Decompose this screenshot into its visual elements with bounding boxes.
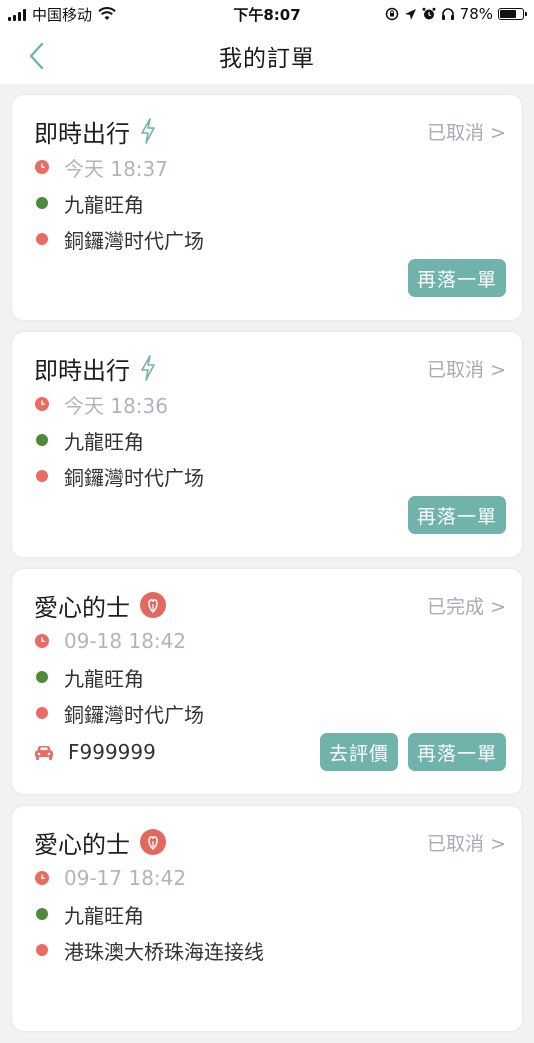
order-time: 09-18 18:42 xyxy=(64,629,187,653)
status-bar: 中国移动 下午8:07 78% xyxy=(0,0,534,28)
battery-icon xyxy=(498,8,527,20)
clock-icon xyxy=(35,634,49,648)
car-plate-number: F999999 xyxy=(68,740,156,764)
nav-bar: 我的訂單 xyxy=(0,28,534,84)
reorder-button[interactable]: 再落一單 xyxy=(407,259,506,297)
reorder-button[interactable]: 再落一單 xyxy=(407,733,506,771)
order-from-row: 九龍旺角 xyxy=(34,659,506,695)
order-time-row: 今天 18:37 xyxy=(34,149,506,185)
alarm-icon xyxy=(422,7,436,20)
headphones-icon xyxy=(441,8,454,20)
pickup-location: 九龍旺角 xyxy=(64,666,144,691)
order-card[interactable]: 即時出行 已取消 > 今天 18:37 九龍旺角 銅鑼灣时代广场 再落一單 xyxy=(12,95,522,320)
clock-icon xyxy=(35,397,49,411)
order-time: 今天 18:36 xyxy=(64,393,168,418)
pickup-location: 九龍旺角 xyxy=(64,903,144,928)
start-point-dot xyxy=(36,197,48,209)
order-time-row: 09-17 18:42 xyxy=(34,860,506,896)
order-type-label: 愛心的士 xyxy=(34,830,130,859)
order-status-link[interactable]: 已取消 > xyxy=(427,118,506,145)
end-point-dot xyxy=(36,470,48,482)
dropoff-location: 港珠澳大桥珠海连接线 xyxy=(64,939,264,964)
end-point-dot xyxy=(36,233,48,245)
rate-button[interactable]: 去評價 xyxy=(319,733,398,771)
order-status-link[interactable]: 已取消 > xyxy=(427,355,506,382)
car-icon xyxy=(35,746,53,760)
pickup-location: 九龍旺角 xyxy=(64,192,144,217)
order-status-link[interactable]: 已完成 > xyxy=(427,592,506,619)
cellular-signal-icon xyxy=(8,8,26,21)
carrier-label: 中国移动 xyxy=(32,5,93,24)
order-from-row: 九龍旺角 xyxy=(34,896,506,932)
pickup-location: 九龍旺角 xyxy=(64,429,144,454)
lightning-icon xyxy=(140,355,156,381)
page-title: 我的訂單 xyxy=(219,46,315,72)
order-to-row: 銅鑼灣时代广场 xyxy=(34,458,506,494)
end-point-dot xyxy=(36,944,48,956)
lightning-icon xyxy=(140,118,156,144)
chevron-left-icon xyxy=(29,42,44,70)
dropoff-location: 銅鑼灣时代广场 xyxy=(64,228,204,253)
order-time-row: 09-18 18:42 xyxy=(34,623,506,659)
wifi-icon xyxy=(98,7,116,20)
order-to-row: 港珠澳大桥珠海连接线 xyxy=(34,932,506,968)
order-to-row: 銅鑼灣时代广场 xyxy=(34,221,506,257)
order-type-label: 即時出行 xyxy=(34,119,130,148)
dropoff-location: 銅鑼灣时代广场 xyxy=(64,465,204,490)
order-to-row: 銅鑼灣时代广场 xyxy=(34,695,506,731)
love-taxi-icon xyxy=(140,829,166,855)
reorder-button[interactable]: 再落一單 xyxy=(407,496,506,534)
start-point-dot xyxy=(36,434,48,446)
battery-percentage: 78% xyxy=(459,5,493,23)
order-time: 今天 18:37 xyxy=(64,156,168,181)
start-point-dot xyxy=(36,671,48,683)
clock-icon xyxy=(35,871,49,885)
order-type-label: 愛心的士 xyxy=(34,593,130,622)
order-card[interactable]: 愛心的士 已完成 > 09-18 18:42 九龍旺角 銅鑼灣时代广场 F999… xyxy=(12,569,522,794)
order-time-row: 今天 18:36 xyxy=(34,386,506,422)
start-point-dot xyxy=(36,908,48,920)
order-list: 即時出行 已取消 > 今天 18:37 九龍旺角 銅鑼灣时代广场 再落一單 即時… xyxy=(12,95,522,1043)
dropoff-location: 銅鑼灣时代广场 xyxy=(64,702,204,727)
end-point-dot xyxy=(36,707,48,719)
order-time: 09-17 18:42 xyxy=(64,866,187,890)
order-type-label: 即時出行 xyxy=(34,356,130,385)
order-status-link[interactable]: 已取消 > xyxy=(427,829,506,856)
back-button[interactable] xyxy=(18,38,54,74)
car-plate-row: F999999 xyxy=(34,740,156,764)
location-arrow-icon xyxy=(404,8,416,20)
order-from-row: 九龍旺角 xyxy=(34,422,506,458)
order-card[interactable]: 即時出行 已取消 > 今天 18:36 九龍旺角 銅鑼灣时代广场 再落一單 xyxy=(12,332,522,557)
order-from-row: 九龍旺角 xyxy=(34,185,506,221)
orientation-lock-icon xyxy=(385,7,398,21)
order-card[interactable]: 愛心的士 已取消 > 09-17 18:42 九龍旺角 港珠澳大桥珠海连接线 xyxy=(12,806,522,1031)
love-taxi-icon xyxy=(140,592,166,618)
clock-icon xyxy=(35,160,49,174)
